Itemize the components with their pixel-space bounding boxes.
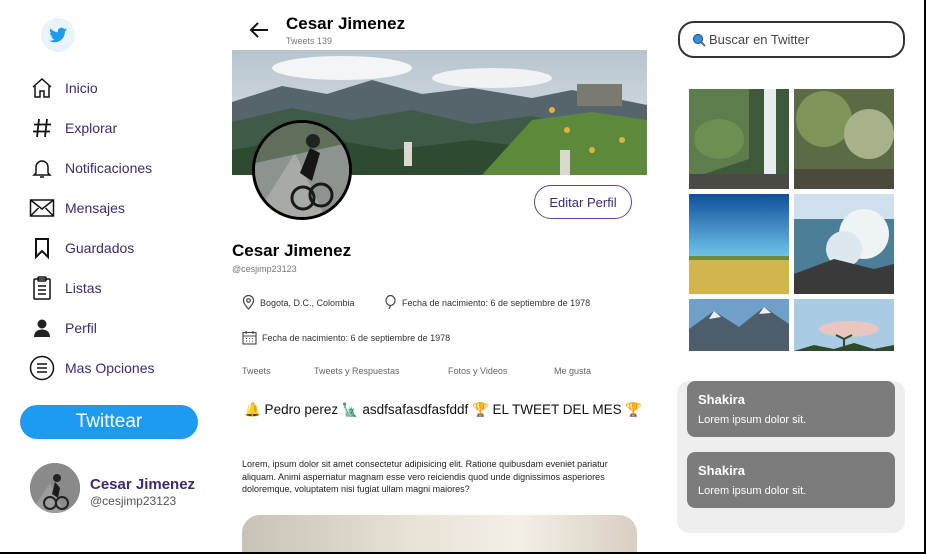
clipboard-icon	[28, 274, 56, 302]
sidebar-item-explorar[interactable]: Explorar	[28, 108, 154, 148]
trend-text: Lorem ipsum dolor sit.	[698, 485, 807, 497]
gallery-image-forest[interactable]	[794, 89, 894, 189]
envelope-icon	[28, 194, 56, 222]
page-title: Cesar Jimenez	[286, 14, 406, 33]
trend-title: Shakira	[698, 463, 745, 478]
tweet-body: Lorem, ipsum dolor sit amet consectetur …	[242, 459, 608, 494]
balloon-icon	[385, 295, 396, 310]
sidebar-item-label: Explorar	[65, 120, 118, 136]
profile-handle: @cesjimp23123	[232, 264, 297, 274]
sidebar-item-label: Mensajes	[65, 200, 125, 216]
sidebar-item-label: Perfil	[65, 320, 97, 336]
joined-meta: Fecha de nacimiento: 6 de septiembre de …	[242, 330, 450, 345]
sidebar-item-label: Notificaciones	[65, 160, 153, 176]
more-options-icon	[28, 354, 56, 382]
location-pin-icon	[242, 295, 255, 310]
sidebar-item-notificaciones[interactable]: Notificaciones	[28, 148, 154, 188]
sidebar-item-label: Inicio	[65, 80, 98, 96]
bookmark-icon	[28, 234, 56, 262]
tweet-headline: 🔔 Pedro perez 🗽 asdfsafasdfasfddf 🏆 EL T…	[244, 402, 643, 417]
sidebar-item-mensajes[interactable]: Mensajes	[28, 188, 154, 228]
search-icon	[692, 33, 706, 47]
gallery-image-field[interactable]	[689, 194, 789, 294]
trends-panel: Shakira Lorem ipsum dolor sit. Shakira L…	[677, 381, 905, 533]
bell-icon	[28, 154, 56, 182]
twitter-bird-icon[interactable]	[40, 18, 76, 52]
sidebar-item-guardados[interactable]: Guardados	[28, 228, 154, 268]
sidebar-item-listas[interactable]: Listas	[28, 268, 154, 308]
profile-name: Cesar Jimenez	[232, 241, 352, 260]
gallery-image-waves[interactable]	[794, 194, 894, 294]
location-meta: Bogota, D.C., Colombia	[242, 295, 355, 310]
sidebar-item-mas-opciones[interactable]: Mas Opciones	[28, 348, 154, 388]
gallery-image-palms[interactable]	[794, 299, 894, 351]
profile-avatar[interactable]	[252, 120, 352, 220]
joined-text: Fecha de nacimiento: 6 de septiembre de …	[262, 332, 451, 343]
sidebar-item-inicio[interactable]: Inicio	[28, 68, 154, 108]
gallery-image-mountains[interactable]	[689, 299, 789, 351]
birth-meta: Fecha de nacimiento: 6 de septiembre de …	[384, 295, 590, 310]
birth-text: Fecha de nacimiento: 6 de septiembre de …	[402, 297, 591, 308]
hashtag-icon	[28, 114, 56, 142]
location-text: Bogota, D.C., Colombia	[260, 297, 355, 308]
search-placeholder: Buscar en Twitter	[709, 32, 810, 47]
sidebar-item-label: Mas Opciones	[65, 360, 155, 376]
account-handle: @cesjimp23123	[90, 494, 177, 508]
avatar[interactable]	[30, 463, 80, 513]
back-arrow-icon[interactable]	[247, 18, 271, 42]
tweet-count: Tweets 139	[286, 36, 333, 46]
calendar-icon	[242, 331, 257, 345]
trend-card[interactable]: Shakira Lorem ipsum dolor sit.	[687, 452, 895, 508]
account-name: Cesar Jimenez	[90, 476, 196, 493]
sidebar-item-label: Guardados	[65, 240, 135, 256]
media-gallery	[689, 89, 895, 351]
tab-tweets-y-respuestas[interactable]: Tweets y Respuestas	[314, 366, 400, 376]
edit-profile-button[interactable]: Editar Perfil	[534, 185, 632, 219]
tab-me-gusta[interactable]: Me gusta	[554, 366, 591, 376]
trend-card[interactable]: Shakira Lorem ipsum dolor sit.	[687, 381, 895, 437]
gallery-image-waterfall[interactable]	[689, 89, 789, 189]
tab-tweets[interactable]: Tweets	[242, 366, 271, 376]
sidebar-item-perfil[interactable]: Perfil	[28, 308, 154, 348]
sidebar-item-label: Listas	[65, 280, 102, 296]
twitter-profile-page: Inicio Explorar Notificaciones Mensajes …	[0, 0, 926, 554]
tweet-button[interactable]: Twittear	[20, 405, 198, 439]
trend-text: Lorem ipsum dolor sit.	[698, 414, 807, 426]
tweet-image[interactable]	[242, 515, 637, 552]
home-icon	[28, 74, 56, 102]
search-input[interactable]: Buscar en Twitter	[678, 21, 905, 58]
trend-title: Shakira	[698, 392, 745, 407]
tab-fotos-y-videos[interactable]: Fotos y Videos	[448, 366, 507, 376]
person-icon	[28, 314, 56, 342]
sidebar-nav: Inicio Explorar Notificaciones Mensajes …	[28, 68, 154, 388]
